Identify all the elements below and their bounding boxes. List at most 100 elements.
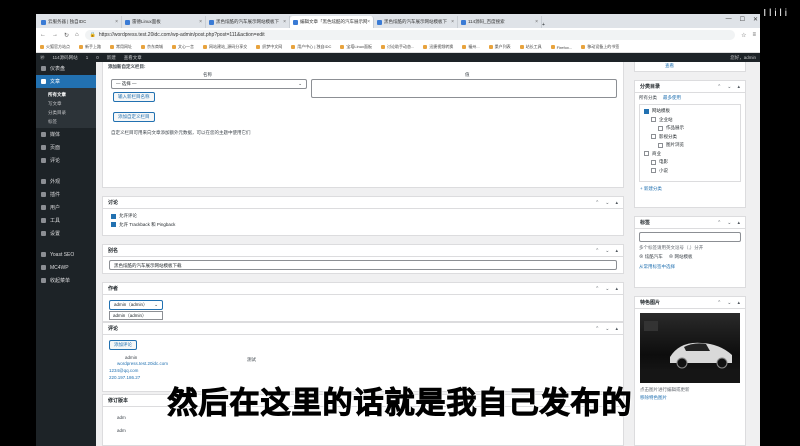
close-tab-icon[interactable]: × <box>535 19 538 25</box>
browser-tab[interactable]: 黑色炫酷的汽车展示网站模板下 × <box>374 16 458 28</box>
tab-all-categories[interactable]: 所有分类 <box>639 95 657 101</box>
allow-trackbacks-row[interactable]: 允许 Trackback 和 Pingback <box>111 221 615 230</box>
sidebar-item[interactable]: 页面 <box>36 141 96 154</box>
move-down-icon[interactable]: ⌄ <box>605 200 609 206</box>
add-comment-button[interactable]: 添加评论 <box>109 340 137 350</box>
choose-tags-link[interactable]: 从常用标签中选择 <box>635 263 745 271</box>
browser-tab[interactable]: 编辑文章「黑色炫酷的汽车展示网站 × <box>290 16 374 28</box>
toggle-icon[interactable]: ▴ <box>615 248 618 254</box>
bookmark-item[interactable]: 站长工具 <box>520 44 542 50</box>
forward-icon[interactable]: → <box>52 32 58 38</box>
bookmark-item[interactable]: 讨论助手动态... <box>381 44 414 50</box>
close-tab-icon[interactable]: × <box>451 19 454 25</box>
category-item[interactable]: 企业站 <box>644 116 736 125</box>
reload-icon[interactable]: ↻ <box>64 32 69 39</box>
bookmark-item[interactable]: 新手上路 <box>79 44 101 50</box>
bookmark-item[interactable]: 福州... <box>462 44 479 50</box>
url-input[interactable]: 🔒 https://wordpress.test.20idc.com/wp-ad… <box>84 30 736 40</box>
tag-input[interactable] <box>639 232 741 242</box>
add-custom-field-button[interactable]: 添加自定义栏目 <box>113 112 155 122</box>
publish-view-link[interactable]: 查看 <box>665 63 674 69</box>
browser-tab[interactable]: 云服务器 | 独自IDC × <box>38 16 122 28</box>
discussion-header[interactable]: 讨论 ⌃ ⌄ ▴ <box>103 197 623 209</box>
checkbox-icon[interactable] <box>111 222 116 228</box>
toggle-icon[interactable]: ▴ <box>615 326 618 332</box>
sidebar-subitem[interactable]: 写文章 <box>36 99 96 108</box>
featured-image-header[interactable]: 特色图片 ⌃ ⌄ ▴ <box>635 297 745 309</box>
adminbar-updates[interactable]: 1 <box>86 55 89 60</box>
checkbox-icon[interactable] <box>644 151 649 157</box>
category-item[interactable]: 作品展示 <box>644 124 736 133</box>
categories-header[interactable]: 分类目录 ⌃ ⌄ ▴ <box>635 81 745 93</box>
move-up-icon[interactable]: ⌃ <box>595 286 599 292</box>
sidebar-item[interactable]: 仪表盘 <box>36 62 96 75</box>
custom-field-name-select[interactable]: — 选择 — ⌄ <box>111 79 307 89</box>
move-up-icon[interactable]: ⌃ <box>717 300 721 306</box>
checkbox-icon[interactable] <box>658 125 663 131</box>
close-tab-icon[interactable]: × <box>367 19 370 25</box>
back-icon[interactable]: ← <box>40 32 46 38</box>
sidebar-item[interactable]: 评论 <box>36 154 96 167</box>
slug-header[interactable]: 别名 ⌃ ⌄ ▴ <box>103 245 623 257</box>
bookmark-item[interactable]: 桑户列表 <box>489 44 511 50</box>
category-item[interactable]: 网站模板 <box>644 107 736 116</box>
bookmark-item[interactable]: 文心一言 <box>172 44 194 50</box>
move-down-icon[interactable]: ⌄ <box>727 300 731 306</box>
wordpress-logo-icon[interactable]: Ⓦ <box>40 55 45 61</box>
author-dropdown-option[interactable]: admin（admin） <box>109 311 163 320</box>
sidebar-item[interactable]: 外观 <box>36 175 96 188</box>
sidebar-subitem[interactable]: 分类目录 <box>36 108 96 117</box>
move-down-icon[interactable]: ⌄ <box>727 84 731 90</box>
sidebar-item[interactable]: 用户 <box>36 201 96 214</box>
toggle-icon[interactable]: ▴ <box>737 220 740 226</box>
category-item[interactable]: 商业 <box>644 150 736 159</box>
allow-comments-row[interactable]: 允许评论 <box>111 212 615 221</box>
checkbox-icon[interactable] <box>651 134 656 140</box>
browser-tab[interactable]: 114源码_百度搜索 × <box>458 16 542 28</box>
close-tab-icon[interactable]: × <box>115 19 118 25</box>
slug-input[interactable]: 黑色炫酷的汽车展示网站模板下载 <box>109 260 617 270</box>
adminbar-site[interactable]: 114源码网站 <box>53 55 78 61</box>
checkbox-icon[interactable] <box>111 213 116 219</box>
move-up-icon[interactable]: ⌃ <box>717 220 721 226</box>
featured-image-car[interactable] <box>640 313 740 383</box>
checkbox-icon[interactable] <box>658 142 663 148</box>
close-tab-icon[interactable]: × <box>283 19 286 25</box>
custom-field-value-textarea[interactable] <box>311 79 617 98</box>
minimize-icon[interactable]: — <box>726 16 732 23</box>
author-header[interactable]: 作者 ⌃ ⌄ ▴ <box>103 283 623 295</box>
author-select[interactable]: admin（admin） ⌄ <box>109 300 163 310</box>
category-item[interactable]: 影视分类 <box>644 133 736 142</box>
toggle-icon[interactable]: ▴ <box>737 84 740 90</box>
comments-header[interactable]: 评论 ⌃ ⌄ ▴ <box>103 323 623 335</box>
checkbox-icon[interactable] <box>651 117 656 123</box>
tab-popular-categories[interactable]: 最多使用 <box>663 95 681 101</box>
move-down-icon[interactable]: ⌄ <box>605 248 609 254</box>
sidebar-item[interactable]: 媒体 <box>36 128 96 141</box>
bookmark-item[interactable]: 常用网址 <box>110 44 132 50</box>
sidebar-item[interactable]: 工具 <box>36 214 96 227</box>
adminbar-view-post[interactable]: 查看文章 <box>124 55 142 61</box>
comment-email-link[interactable]: 1234@qq.com <box>109 368 138 373</box>
checkbox-icon[interactable] <box>651 159 656 165</box>
move-down-icon[interactable]: ⌄ <box>605 326 609 332</box>
sidebar-item[interactable]: 插件 <box>36 188 96 201</box>
maximize-icon[interactable]: ☐ <box>740 16 745 23</box>
move-down-icon[interactable]: ⌄ <box>727 220 731 226</box>
sidebar-item[interactable]: 文章 <box>36 75 96 88</box>
menu-icon[interactable]: ≡ <box>752 32 756 38</box>
bookmark-item[interactable]: 网站建站_源码分享交 <box>203 44 247 50</box>
tags-header[interactable]: 标签 ⌃ ⌄ ▴ <box>635 217 745 229</box>
close-tab-icon[interactable]: × <box>199 19 202 25</box>
sidebar-item[interactable]: 设置 <box>36 227 96 240</box>
add-new-category-link[interactable]: + 新建分类 <box>635 183 745 195</box>
move-up-icon[interactable]: ⌃ <box>595 248 599 254</box>
browser-tab[interactable]: 黑色炫酷的汽车展示网站模板下 × <box>206 16 290 28</box>
adminbar-user[interactable]: 您好，admin <box>730 55 756 61</box>
bookmark-item[interactable]: 迅捷视频转换 <box>423 44 453 50</box>
bookmark-item[interactable]: 火狐官方站点 <box>40 44 70 50</box>
bookmark-item[interactable]: 京东商城 <box>141 44 163 50</box>
checkbox-icon[interactable] <box>651 168 656 174</box>
toggle-icon[interactable]: ▴ <box>615 200 618 206</box>
move-up-icon[interactable]: ⌃ <box>595 200 599 206</box>
